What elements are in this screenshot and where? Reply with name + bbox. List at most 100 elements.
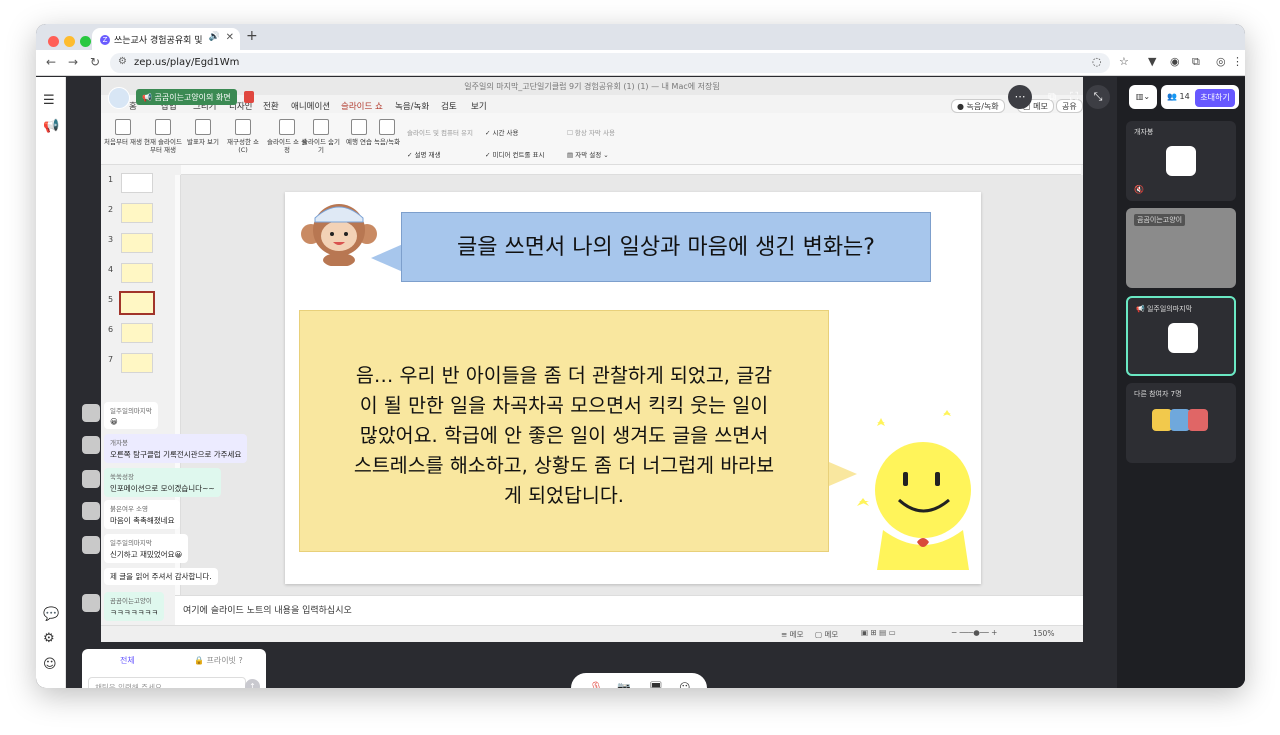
slide-thumb-7[interactable]	[121, 353, 153, 373]
answer-line: 음… 우리 반 아이들을 좀 더 관찰하게 되었고, 글감	[355, 364, 773, 387]
extension2-icon[interactable]: ◉	[1170, 55, 1180, 68]
eye-off-icon[interactable]: ◌	[1092, 55, 1102, 68]
slide-thumb-2[interactable]	[121, 203, 153, 223]
status-memo2-button[interactable]: ▢ 메모	[815, 629, 838, 640]
close-window-button[interactable]	[48, 36, 59, 47]
megaphone-icon[interactable]: 📢	[43, 119, 59, 134]
participant-card-speaking[interactable]: 📢 일주일의마지막	[1126, 296, 1236, 376]
chat-input-panel: 전체 🔒 프라이빗 ? 채팅을 입력해 주세요 ↑	[82, 649, 266, 688]
send-icon[interactable]: ↑	[245, 679, 260, 688]
extension-icon[interactable]: ▼	[1148, 55, 1156, 68]
avatar	[1152, 409, 1172, 431]
subtitle-settings-dropdown[interactable]: ▤ 자막 설정 ⌄	[567, 149, 609, 159]
slide-thumb-4[interactable]	[121, 263, 153, 283]
emoji-icon[interactable]: ☺	[679, 681, 690, 688]
answer-line: 이 될 만한 일을 차곡차곡 모으면서 킥킥 웃는 일이	[359, 394, 769, 417]
pip-icon[interactable]: ⧉	[1040, 85, 1064, 109]
view-buttons[interactable]: ▣ ⊞ ▤ ▭	[861, 628, 896, 637]
new-tab-button[interactable]: +	[246, 28, 258, 44]
tab-animation[interactable]: 애니메이션	[291, 100, 330, 112]
custom-show-icon	[235, 119, 251, 135]
back-icon[interactable]: ←	[46, 55, 56, 69]
more-menu-icon[interactable]: ⋮	[1232, 55, 1243, 68]
play-icon	[115, 119, 131, 135]
avatar	[82, 502, 100, 520]
thumb-number: 1	[108, 175, 114, 184]
tab-view[interactable]: 보기	[471, 100, 487, 112]
keep-slides-option[interactable]: 슬라이드 및 컴퓨터 유지	[407, 127, 473, 137]
url-field[interactable]: ⚙ zep.us/play/Egd1Wm	[110, 53, 1110, 73]
current-slide[interactable]: 글을 쓰면서 나의 일상과 마음에 생긴 변화는? 음… 우리 반 아이들을 좀…	[285, 192, 981, 584]
message-bubble: 곰곰이는고양이 ㅋㅋㅋㅋㅋㅋㅋ	[104, 592, 165, 621]
slide-notes-field[interactable]: 여기에 슬라이드 노트의 내용을 입력하십시오	[175, 595, 1083, 625]
answer-line: 스트레스를 해소하고, 상황도 좀 더 너그럽게 바라보	[353, 454, 775, 477]
my-avatar-icon[interactable]: ☺	[43, 657, 57, 672]
horizontal-ruler	[181, 165, 1081, 175]
mic-muted-icon: 🔇	[1134, 185, 1144, 194]
status-memo-button[interactable]: ≡ 메모	[781, 629, 803, 640]
bookmark-star-icon[interactable]: ☆	[1119, 55, 1129, 68]
site-info-icon[interactable]: ⚙	[118, 56, 127, 67]
zoom-slider[interactable]: − ───●── +	[951, 628, 997, 637]
hide-slide-button[interactable]: 슬라이드 숨기기	[301, 119, 341, 154]
message-bubble: 쑥쑥성장 인포메이션으로 모이겠습니다~~	[104, 468, 221, 497]
camera-off-icon[interactable]: 📷⌄	[617, 681, 640, 688]
answer-bubble-tail	[829, 462, 857, 486]
question-text: 글을 쓰면서 나의 일상과 마음에 생긴 변화는?	[401, 212, 931, 282]
use-timing-checkbox[interactable]: ✓ 시간 사용	[485, 127, 519, 137]
ppt-record-button[interactable]: ● 녹음/녹화	[951, 99, 1005, 113]
tab-record[interactable]: 녹음/녹화	[395, 100, 429, 112]
media-controls-checkbox[interactable]: ✓ 미디어 컨트롤 표시	[485, 149, 545, 159]
reload-icon[interactable]: ↻	[90, 55, 100, 69]
mic-off-icon[interactable]: 🎙⌄	[589, 681, 612, 688]
fullscreen-icon[interactable]: ⛶	[1062, 85, 1086, 109]
puzzle-icon[interactable]: ⧉	[1192, 55, 1200, 69]
slide-thumb-6[interactable]	[121, 323, 153, 343]
profile-icon[interactable]: ◎	[1216, 55, 1226, 68]
message-bubble: 제 글을 읽어 주셔서 감사합니다.	[104, 568, 218, 585]
speaker-icon[interactable]: 🔊	[209, 32, 220, 42]
invite-button[interactable]: 초대하기	[1195, 89, 1235, 107]
subtitle-checkbox[interactable]: ☐ 항상 자막 사용	[567, 127, 615, 137]
play-from-current-button[interactable]: 현재 슬라이드부터 재생	[143, 119, 183, 154]
monkey-icon	[301, 204, 377, 266]
chat-icon[interactable]: 💬	[43, 607, 59, 622]
other-participants-card[interactable]: 다른 참여자 7명	[1126, 383, 1236, 463]
chat-tab-all[interactable]: 전체	[120, 655, 135, 666]
avatar	[82, 536, 100, 554]
slide-thumb-5[interactable]	[119, 291, 155, 315]
layout-toggle-icon[interactable]: ▥⌄	[1129, 85, 1157, 109]
chat-input[interactable]: 채팅을 입력해 주세요	[88, 677, 246, 688]
tab-review[interactable]: 검토	[441, 100, 457, 112]
forward-icon[interactable]: →	[68, 55, 78, 69]
custom-show-button[interactable]: 재구성한 쇼(C)	[223, 119, 263, 154]
browser-tab[interactable]: Z 쓰는교사 경험공유회 및 기록전 🔊 ✕	[92, 28, 240, 50]
hamburger-icon[interactable]: ☰	[43, 93, 55, 108]
play-narration-checkbox[interactable]: ✓ 설명 재생	[407, 149, 441, 159]
stop-share-icon[interactable]	[244, 91, 254, 103]
maximize-window-button[interactable]	[80, 36, 91, 47]
participant-card[interactable]: 개자봉 🔇	[1126, 121, 1236, 201]
setup-icon	[279, 119, 295, 135]
play-from-start-button[interactable]: 처음부터 재생	[103, 119, 143, 146]
screenshare-icon[interactable]: 🖥	[649, 681, 663, 688]
message-bubble: 일주일의마지막 신기하고 재밌었어요😀	[104, 534, 189, 563]
minimize-window-button[interactable]	[64, 36, 75, 47]
collapse-icon[interactable]: ⤡	[1086, 85, 1110, 109]
participant-card-video[interactable]: 곰곰이는고양이	[1126, 208, 1236, 288]
participants-panel: ▥⌄ 👥 14 초대하기 개자봉 🔇 곰곰이는고양이 📢 일주일의마지막 다른 …	[1117, 77, 1245, 688]
thumb-number: 6	[108, 325, 114, 334]
slide-thumb-3[interactable]	[121, 233, 153, 253]
gear-icon[interactable]: ⚙	[43, 631, 55, 646]
close-tab-icon[interactable]: ✕	[226, 32, 234, 43]
tab-transition[interactable]: 전환	[263, 100, 279, 112]
more-options-icon[interactable]: ⋯	[1008, 85, 1032, 109]
share-label: 📢 곰곰이는고양이의 화면	[136, 89, 237, 105]
zep-favicon-icon: Z	[100, 34, 110, 45]
ribbon-record-button[interactable]: 녹음/녹화	[367, 119, 407, 146]
avatar	[1166, 146, 1196, 176]
chat-tab-private[interactable]: 🔒 프라이빗 ?	[194, 655, 243, 666]
presenter-view-button[interactable]: 발표자 보기	[183, 119, 223, 146]
slide-thumb-1[interactable]	[121, 173, 153, 193]
avatar	[82, 436, 100, 454]
